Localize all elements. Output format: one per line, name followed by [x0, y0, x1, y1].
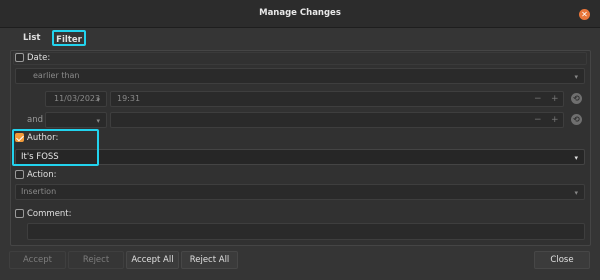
- chevron-down-icon: ▾: [96, 96, 100, 104]
- chevron-down-icon: ▾: [574, 154, 578, 162]
- reject-all-button[interactable]: Reject All: [181, 251, 238, 269]
- dialog-title: Manage Changes: [259, 8, 341, 18]
- title-bar: Manage Changes ✕: [0, 0, 600, 28]
- action-label: Action:: [27, 170, 57, 180]
- and-label: and: [27, 115, 43, 125]
- date-picker[interactable]: 11/03/2023 ▾: [45, 91, 107, 107]
- minus-icon[interactable]: −: [534, 92, 542, 106]
- reject-button[interactable]: Reject: [68, 251, 124, 269]
- action-value: Insertion: [21, 187, 57, 196]
- comment-checkbox[interactable]: [15, 209, 24, 218]
- plus-icon[interactable]: +: [551, 92, 559, 106]
- tab-filter[interactable]: Filter: [52, 30, 86, 46]
- chevron-down-icon: ▾: [96, 117, 100, 125]
- chevron-down-icon: ▾: [574, 73, 578, 81]
- comment-label: Comment:: [27, 209, 72, 219]
- comment-input[interactable]: [27, 223, 585, 240]
- tab-bar: List Filter: [8, 27, 592, 49]
- date-row-frame: [13, 52, 587, 65]
- close-button[interactable]: Close: [534, 251, 590, 269]
- author-checkbox[interactable]: [15, 133, 24, 142]
- accept-all-button[interactable]: Accept All: [126, 251, 179, 269]
- date-condition-select[interactable]: earlier than ▾: [15, 68, 585, 84]
- author-label: Author:: [27, 133, 59, 143]
- date-value: 11/03/2023: [54, 94, 101, 103]
- time-value: 19:31: [117, 94, 141, 103]
- author-value: It's FOSS: [21, 152, 59, 162]
- minus-icon[interactable]: −: [534, 113, 542, 127]
- chevron-down-icon: ▾: [574, 189, 578, 197]
- action-select[interactable]: Insertion ▾: [15, 184, 585, 200]
- accept-button[interactable]: Accept: [9, 251, 66, 269]
- tab-list[interactable]: List: [23, 31, 40, 45]
- second-date-picker[interactable]: ▾: [45, 112, 107, 128]
- reset-time-icon[interactable]: ⟲: [571, 114, 582, 125]
- manage-changes-dialog: Manage Changes ✕ List Filter Date: earli…: [0, 0, 600, 280]
- reset-time-icon[interactable]: ⟲: [571, 93, 582, 104]
- plus-icon[interactable]: +: [551, 113, 559, 127]
- time-spinbox[interactable]: 19:31 − +: [110, 91, 564, 107]
- second-time-spinbox[interactable]: − +: [110, 112, 564, 128]
- author-select[interactable]: It's FOSS ▾: [15, 149, 585, 165]
- date-condition-value: earlier than: [33, 71, 80, 80]
- close-window-icon[interactable]: ✕: [579, 9, 590, 20]
- action-checkbox[interactable]: [15, 170, 24, 179]
